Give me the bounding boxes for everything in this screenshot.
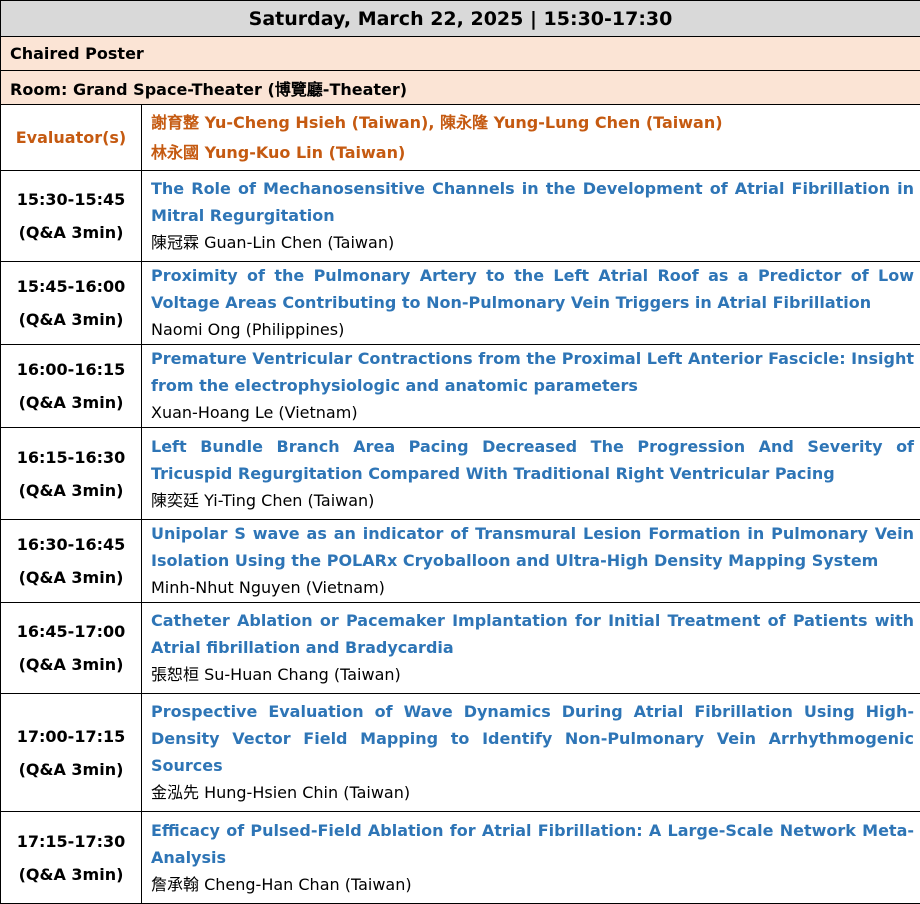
talk-title: The Role of Mechanosensitive Channels in… bbox=[151, 175, 914, 229]
talk-qa: (Q&A 3min) bbox=[1, 386, 141, 419]
talk-time: 15:30-15:45 bbox=[1, 183, 141, 216]
session-date-time: Saturday, March 22, 2025 | 15:30-17:30 bbox=[1, 1, 920, 37]
talk-time: 15:45-16:00 bbox=[1, 270, 141, 303]
talk-speaker: Xuan-Hoang Le (Vietnam) bbox=[151, 399, 914, 427]
talk-row: 16:30-16:45 (Q&A 3min) Unipolar S wave a… bbox=[1, 520, 920, 603]
room-row: Room: Grand Space-Theater (博覽廳-Theater) bbox=[1, 71, 920, 105]
talk-speaker: Minh-Nhut Nguyen (Vietnam) bbox=[151, 574, 914, 602]
talk-row: 16:45-17:00 (Q&A 3min) Catheter Ablation… bbox=[1, 603, 920, 694]
session-type: Chaired Poster bbox=[1, 37, 920, 71]
talk-speaker: 詹承翰 Cheng-Han Chan (Taiwan) bbox=[151, 871, 914, 899]
talk-time: 16:30-16:45 bbox=[1, 528, 141, 561]
talk-title: Premature Ventricular Contractions from … bbox=[151, 345, 914, 399]
talk-title: Efficacy of Pulsed-Field Ablation for At… bbox=[151, 817, 914, 871]
talk-row: 16:15-16:30 (Q&A 3min) Left Bundle Branc… bbox=[1, 428, 920, 520]
talk-speaker: 陳奕廷 Yi-Ting Chen (Taiwan) bbox=[151, 487, 914, 515]
talk-row: 15:45-16:00 (Q&A 3min) Proximity of the … bbox=[1, 262, 920, 345]
talk-time-cell: 17:00-17:15 (Q&A 3min) bbox=[1, 694, 142, 812]
evaluators-label: Evaluator(s) bbox=[1, 105, 142, 171]
evaluators-line-2: 林永國 Yung-Kuo Lin (Taiwan) bbox=[151, 138, 920, 168]
talk-qa: (Q&A 3min) bbox=[1, 474, 141, 507]
talk-title: Catheter Ablation or Pacemaker Implantat… bbox=[151, 607, 914, 661]
talk-speaker: 張恕桓 Su-Huan Chang (Taiwan) bbox=[151, 661, 914, 689]
talk-row: 17:15-17:30 (Q&A 3min) Efficacy of Pulse… bbox=[1, 812, 920, 904]
talk-info-cell: Left Bundle Branch Area Pacing Decreased… bbox=[142, 428, 920, 520]
talk-speaker: 陳冠霖 Guan-Lin Chen (Taiwan) bbox=[151, 229, 914, 257]
talk-qa: (Q&A 3min) bbox=[1, 561, 141, 594]
talk-time-cell: 16:15-16:30 (Q&A 3min) bbox=[1, 428, 142, 520]
room-label: Room: Grand Space-Theater (博覽廳-Theater) bbox=[1, 71, 920, 105]
talk-row: 16:00-16:15 (Q&A 3min) Premature Ventric… bbox=[1, 345, 920, 428]
talk-title: Unipolar S wave as an indicator of Trans… bbox=[151, 520, 914, 574]
talk-time-cell: 15:30-15:45 (Q&A 3min) bbox=[1, 171, 142, 262]
talk-time-cell: 17:15-17:30 (Q&A 3min) bbox=[1, 812, 142, 904]
talk-qa: (Q&A 3min) bbox=[1, 753, 141, 786]
evaluators-line-1: 謝育整 Yu-Cheng Hsieh (Taiwan), 陳永隆 Yung-Lu… bbox=[151, 108, 920, 138]
schedule-table: Saturday, March 22, 2025 | 15:30-17:30 C… bbox=[0, 0, 920, 904]
talk-info-cell: Efficacy of Pulsed-Field Ablation for At… bbox=[142, 812, 920, 904]
talk-time: 17:00-17:15 bbox=[1, 720, 141, 753]
talk-speaker: 金泓先 Hung-Hsien Chin (Taiwan) bbox=[151, 779, 914, 807]
evaluators-row: Evaluator(s) 謝育整 Yu-Cheng Hsieh (Taiwan)… bbox=[1, 105, 920, 171]
talk-qa: (Q&A 3min) bbox=[1, 303, 141, 336]
talk-info-cell: Prospective Evaluation of Wave Dynamics … bbox=[142, 694, 920, 812]
date-header-row: Saturday, March 22, 2025 | 15:30-17:30 bbox=[1, 1, 920, 37]
talk-time: 16:00-16:15 bbox=[1, 353, 141, 386]
talk-title: Prospective Evaluation of Wave Dynamics … bbox=[151, 698, 914, 779]
talk-info-cell: Proximity of the Pulmonary Artery to the… bbox=[142, 262, 920, 345]
talk-qa: (Q&A 3min) bbox=[1, 648, 141, 681]
talk-info-cell: Catheter Ablation or Pacemaker Implantat… bbox=[142, 603, 920, 694]
talk-title: Left Bundle Branch Area Pacing Decreased… bbox=[151, 433, 914, 487]
talk-info-cell: The Role of Mechanosensitive Channels in… bbox=[142, 171, 920, 262]
session-type-row: Chaired Poster bbox=[1, 37, 920, 71]
talk-time-cell: 15:45-16:00 (Q&A 3min) bbox=[1, 262, 142, 345]
evaluators-names: 謝育整 Yu-Cheng Hsieh (Taiwan), 陳永隆 Yung-Lu… bbox=[142, 105, 920, 171]
talk-time-cell: 16:00-16:15 (Q&A 3min) bbox=[1, 345, 142, 428]
talk-time: 17:15-17:30 bbox=[1, 825, 141, 858]
talk-time: 16:15-16:30 bbox=[1, 441, 141, 474]
talk-title: Proximity of the Pulmonary Artery to the… bbox=[151, 262, 914, 316]
talk-info-cell: Unipolar S wave as an indicator of Trans… bbox=[142, 520, 920, 603]
talk-row: 17:00-17:15 (Q&A 3min) Prospective Evalu… bbox=[1, 694, 920, 812]
talk-qa: (Q&A 3min) bbox=[1, 216, 141, 249]
talk-speaker: Naomi Ong (Philippines) bbox=[151, 316, 914, 344]
talk-info-cell: Premature Ventricular Contractions from … bbox=[142, 345, 920, 428]
talk-qa: (Q&A 3min) bbox=[1, 858, 141, 891]
talk-row: 15:30-15:45 (Q&A 3min) The Role of Mecha… bbox=[1, 171, 920, 262]
talk-time-cell: 16:30-16:45 (Q&A 3min) bbox=[1, 520, 142, 603]
talk-time: 16:45-17:00 bbox=[1, 615, 141, 648]
talk-time-cell: 16:45-17:00 (Q&A 3min) bbox=[1, 603, 142, 694]
